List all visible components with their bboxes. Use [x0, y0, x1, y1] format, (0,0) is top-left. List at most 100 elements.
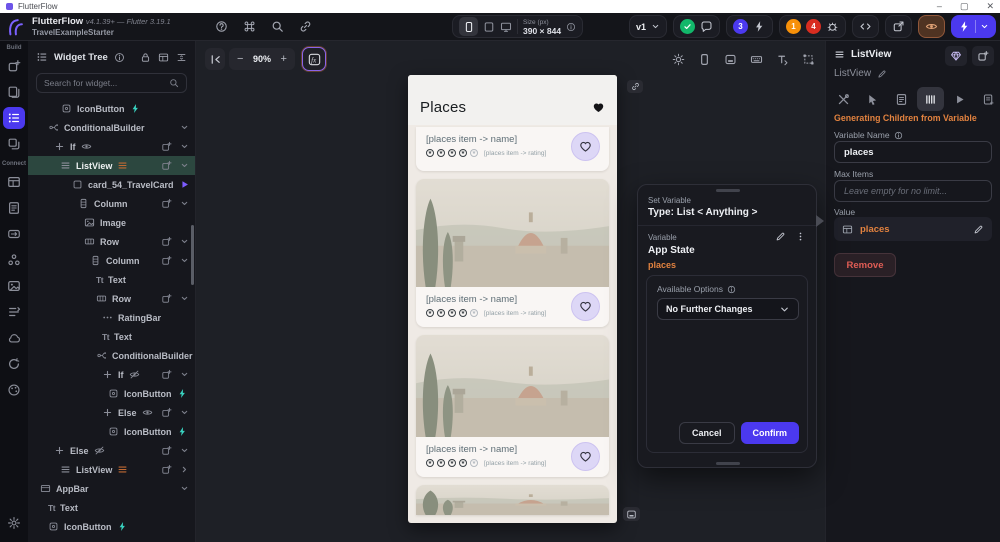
- favorite-button[interactable]: [571, 442, 600, 471]
- deploy-button[interactable]: [951, 15, 996, 38]
- tree-row-text[interactable]: Tt Text: [28, 327, 195, 346]
- tree-row-conditionalbuilder[interactable]: ConditionalBuilder: [28, 346, 195, 365]
- confirm-button[interactable]: Confirm: [740, 422, 799, 444]
- travel-card[interactable]: [places item -> name] ★ ★ ★ ★ ★ [places item…: [416, 335, 609, 477]
- tab-dynamic-children[interactable]: [917, 87, 944, 111]
- window-close-button[interactable]: ✕: [986, 0, 994, 13]
- tab-widget-tests[interactable]: [975, 87, 1000, 111]
- variable-name-field[interactable]: [834, 141, 992, 163]
- device-tablet-button[interactable]: [483, 21, 495, 33]
- lock-icon[interactable]: [140, 52, 151, 63]
- tree-row-image[interactable]: Image: [28, 213, 195, 232]
- rail-item-data-types[interactable]: [3, 197, 25, 219]
- tree-row-row[interactable]: Row: [28, 232, 195, 251]
- tree-row-ratingbar[interactable]: RatingBar: [28, 308, 195, 327]
- canvas-settings-icon[interactable]: [802, 53, 815, 66]
- tree-info-icon[interactable]: [114, 52, 125, 63]
- window-minimize-button[interactable]: –: [937, 0, 942, 13]
- kebab-menu-icon[interactable]: [795, 231, 806, 242]
- view-code-button[interactable]: [852, 15, 879, 38]
- options-dropdown[interactable]: No Further Changes: [657, 298, 799, 320]
- rail-item-media-assets[interactable]: [3, 275, 25, 297]
- heart-icon[interactable]: [592, 101, 605, 114]
- zoom-in-button[interactable]: +: [281, 53, 287, 65]
- drag-handle[interactable]: [716, 189, 740, 192]
- variable-name-input[interactable]: [844, 146, 982, 158]
- tree-row-else[interactable]: Else: [28, 441, 195, 460]
- tree-row-iconbutton[interactable]: IconButton: [28, 422, 195, 441]
- status-check-badge[interactable]: [680, 19, 695, 34]
- travel-card[interactable]: [416, 485, 609, 515]
- tab-properties[interactable]: [888, 87, 915, 111]
- preview-mode-button[interactable]: [918, 15, 945, 38]
- max-items-input[interactable]: [844, 185, 982, 197]
- open-preview-button[interactable]: [885, 15, 912, 38]
- keyboard-icon[interactable]: [750, 53, 763, 66]
- travel-card[interactable]: [places item -> name] ★ ★ ★ ★ ★ [places item…: [416, 127, 609, 171]
- device-desktop-button[interactable]: [500, 21, 512, 33]
- rail-item-api-calls[interactable]: [3, 223, 25, 245]
- branch-version-dropdown[interactable]: v1: [628, 15, 667, 38]
- tree-row-if[interactable]: If: [28, 365, 195, 384]
- search-icon[interactable]: [271, 20, 284, 33]
- drag-handle[interactable]: [716, 462, 740, 465]
- collapse-all-icon[interactable]: [176, 52, 187, 63]
- error-count-badge[interactable]: 4: [806, 19, 821, 34]
- rail-item-settings[interactable]: [3, 512, 25, 534]
- rail-item-components[interactable]: [3, 133, 25, 155]
- favorite-button[interactable]: [571, 292, 600, 321]
- bug-icon[interactable]: [826, 20, 839, 33]
- command-palette-icon[interactable]: [243, 20, 256, 33]
- rail-item-theme[interactable]: [3, 379, 25, 401]
- tree-row-listview[interactable]: ListView: [28, 460, 195, 479]
- favorite-button[interactable]: [571, 132, 600, 161]
- rail-item-database[interactable]: [3, 171, 25, 193]
- collapse-panel-button[interactable]: [205, 48, 225, 70]
- tree-row-iconbutton[interactable]: IconButton: [28, 99, 195, 118]
- rail-item-automations[interactable]: [3, 353, 25, 375]
- flutterflow-logo-icon[interactable]: [4, 16, 26, 38]
- variables-fx-button[interactable]: [302, 47, 326, 71]
- link-widget-chip[interactable]: [627, 80, 643, 93]
- rail-item-pages[interactable]: [3, 81, 25, 103]
- wrap-widget-button[interactable]: [972, 46, 994, 66]
- tree-row-if[interactable]: If: [28, 137, 195, 156]
- rail-item-integrations[interactable]: [3, 249, 25, 271]
- tab-actions[interactable]: [859, 87, 886, 111]
- tab-styling[interactable]: [830, 87, 857, 111]
- tree-row-column[interactable]: Column: [28, 251, 195, 270]
- info-icon[interactable]: [727, 285, 736, 294]
- tree-row-card_54_travelcard[interactable]: card_54_TravelCard: [28, 175, 195, 194]
- tree-row-appbar[interactable]: AppBar: [28, 479, 195, 498]
- panel-layout-icon[interactable]: [158, 52, 169, 63]
- tab-animations[interactable]: [946, 87, 973, 111]
- rail-item-widget-palette[interactable]: [3, 55, 25, 77]
- tree-row-iconbutton[interactable]: IconButton: [28, 517, 195, 536]
- zoom-out-button[interactable]: −: [237, 53, 243, 65]
- run-tests-icon[interactable]: [753, 20, 766, 33]
- tree-row-iconbutton[interactable]: IconButton: [28, 384, 195, 403]
- remove-button[interactable]: Remove: [834, 253, 896, 277]
- upgrade-widget-button[interactable]: [945, 46, 967, 66]
- tree-row-row[interactable]: Row: [28, 289, 195, 308]
- rail-item-widget-tree[interactable]: [3, 107, 25, 129]
- tree-row-listview[interactable]: ListView: [28, 156, 195, 175]
- light-mode-icon[interactable]: [672, 53, 685, 66]
- device-preview-icon[interactable]: [698, 53, 711, 66]
- text-direction-icon[interactable]: [776, 53, 789, 66]
- phone-preview[interactable]: [places item -> name] ★ ★ ★ ★ ★ [places item…: [408, 75, 617, 523]
- share-link-icon[interactable]: [299, 20, 312, 33]
- rail-item-cloud-functions[interactable]: [3, 327, 25, 349]
- tree-row-column[interactable]: Column: [28, 194, 195, 213]
- run-count-badge[interactable]: 3: [733, 19, 748, 34]
- device-phone-button[interactable]: [459, 17, 478, 36]
- travel-card[interactable]: [places item -> name] ★ ★ ★ ★ ★ [places item…: [416, 179, 609, 327]
- window-maximize-button[interactable]: ▢: [960, 0, 969, 13]
- value-variable-chip[interactable]: places: [834, 217, 992, 241]
- max-items-field[interactable]: [834, 180, 992, 202]
- device-frame-icon[interactable]: [724, 53, 737, 66]
- widget-search-box[interactable]: [36, 73, 187, 93]
- rail-item-custom-code[interactable]: [3, 301, 25, 323]
- help-icon[interactable]: [215, 20, 228, 33]
- comments-icon[interactable]: [700, 20, 713, 33]
